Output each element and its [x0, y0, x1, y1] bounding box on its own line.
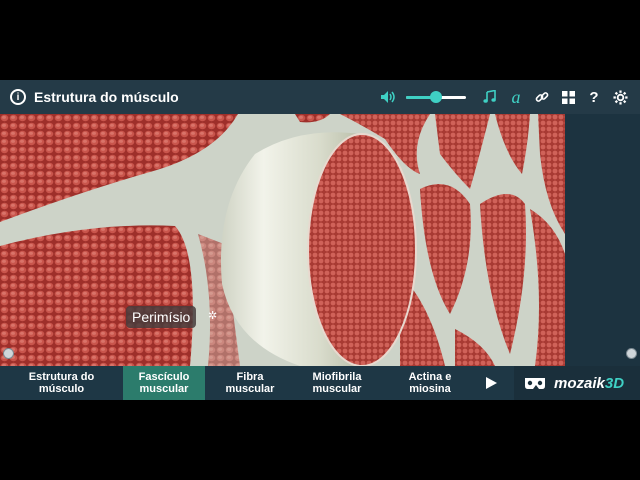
help-icon[interactable]: ?	[586, 89, 602, 106]
tab-fibra-muscular[interactable]: Fibra muscular	[205, 366, 295, 400]
volume-knob[interactable]	[430, 91, 442, 103]
link-icon[interactable]	[534, 89, 550, 105]
font-icon[interactable]: a	[508, 87, 524, 107]
vr-glasses-icon[interactable]	[524, 375, 546, 391]
tab-estrutura-do-musculo[interactable]: Estrutura do músculo	[0, 366, 123, 400]
toolbar: a ?	[380, 80, 628, 114]
play-icon[interactable]	[481, 366, 501, 400]
perimysium-label[interactable]: Perimísio	[126, 306, 197, 328]
brand-name: mozaik	[554, 374, 605, 392]
brand-logo: mozaik3D	[554, 375, 624, 392]
muscle-illustration	[0, 114, 565, 366]
info-icon[interactable]: i	[10, 89, 26, 105]
right-nav-dot[interactable]	[626, 348, 637, 359]
volume-slider[interactable]	[406, 89, 466, 105]
brand-suffix: 3D	[604, 374, 625, 392]
tab-actina-e-miosina[interactable]: Actina e miosina	[379, 366, 481, 400]
left-nav-dot[interactable]	[3, 348, 14, 359]
right-panel	[565, 114, 640, 366]
scene-tabs-bar: Estrutura do músculo Fascículo muscular …	[0, 366, 640, 400]
3d-viewport[interactable]: Perimísio ✲	[0, 114, 565, 366]
label-pointer-icon: ✲	[208, 310, 218, 322]
app-window: i Estrutura do músculo a ? Perimísio ✲ E…	[0, 80, 640, 400]
title-bar: i Estrutura do músculo a ?	[0, 80, 640, 114]
grid-icon[interactable]	[560, 89, 576, 105]
speaker-icon[interactable]	[380, 89, 396, 105]
tab-fasciculo-muscular[interactable]: Fascículo muscular	[123, 366, 205, 400]
brand-area: mozaik3D	[514, 366, 640, 400]
music-icon[interactable]	[482, 89, 498, 105]
gear-icon[interactable]	[612, 89, 628, 105]
page-title: Estrutura do músculo	[34, 89, 179, 105]
tab-miofibrila-muscular[interactable]: Miofibrila muscular	[295, 366, 379, 400]
